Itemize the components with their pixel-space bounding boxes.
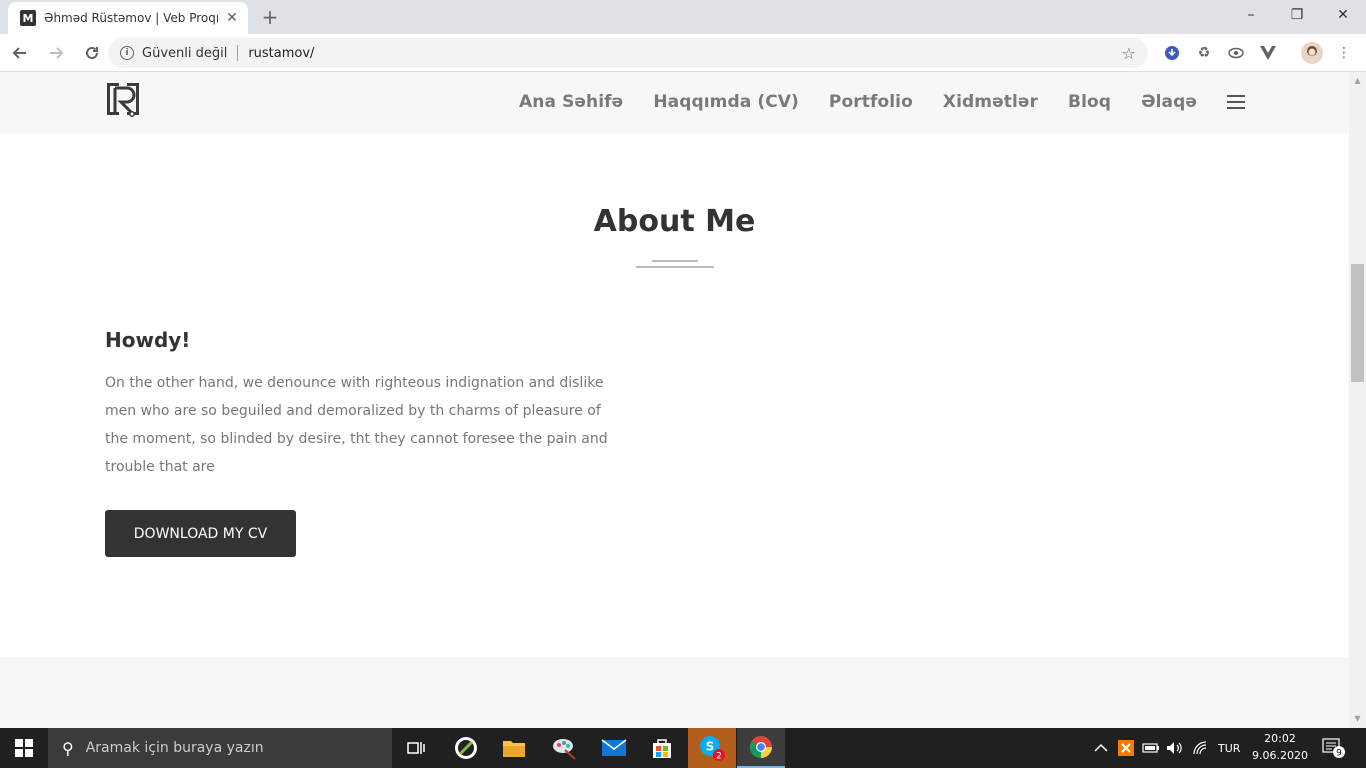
skype-badge-count: 2: [716, 752, 722, 762]
clock-time: 20:02: [1264, 732, 1296, 745]
action-center-button[interactable]: 9: [1322, 728, 1346, 768]
nav-about-cv[interactable]: Haqqımda (CV): [653, 92, 799, 112]
url-text[interactable]: rustamov/: [248, 46, 1121, 61]
browser-menu-icon[interactable]: ⋮: [1332, 41, 1356, 65]
taskbar-app-store[interactable]: [638, 728, 686, 768]
scroll-thumb[interactable]: [1351, 264, 1364, 382]
nav-blog[interactable]: Bloq: [1068, 92, 1111, 112]
hamburger-menu-icon[interactable]: [1227, 95, 1245, 109]
site-favicon-icon: M: [20, 10, 36, 26]
taskbar-app-paint[interactable]: [540, 728, 588, 768]
taskbar-app-xbox[interactable]: [442, 728, 490, 768]
taskbar-search[interactable]: ⚲ Aramak için buraya yazın: [48, 728, 392, 768]
eye-extension-icon[interactable]: [1224, 41, 1248, 65]
svg-text:S: S: [706, 740, 715, 754]
vue-extension-icon[interactable]: [1256, 41, 1280, 65]
title-divider-short: [652, 260, 698, 262]
minimize-button[interactable]: –: [1228, 0, 1274, 30]
site-navbar: Ana Səhifə Haqqımda (CV) Portfolio Xidmə…: [0, 72, 1349, 132]
volume-icon[interactable]: [1166, 728, 1184, 768]
paint-palette-icon: [553, 739, 576, 760]
tab-strip: M Əhməd Rüstəmov | Veb Proqram ✕ + – ❐ ✕: [0, 0, 1366, 34]
xampp-icon: [1118, 740, 1134, 756]
nav-contact[interactable]: Əlaqə: [1141, 92, 1197, 112]
task-view-icon: [407, 742, 425, 754]
skype-icon: S2: [700, 736, 725, 762]
notification-count: 9: [1336, 749, 1342, 759]
scroll-up-icon[interactable]: ▲: [1353, 76, 1362, 85]
network-icon[interactable]: [1192, 728, 1208, 768]
greeting-heading: Howdy!: [105, 328, 191, 352]
notification-icon: 9: [1322, 738, 1345, 759]
forward-arrow-icon: [50, 46, 64, 59]
chrome-icon: [750, 736, 772, 758]
info-icon[interactable]: i: [120, 46, 134, 60]
next-section: [0, 657, 1349, 728]
reload-icon: [86, 46, 98, 59]
bookmark-star-icon[interactable]: ☆: [1122, 44, 1136, 63]
forward-button[interactable]: [40, 37, 72, 69]
chevron-up-icon: [1094, 743, 1108, 752]
search-icon: ⚲: [62, 738, 74, 758]
windows-logo-icon: [15, 739, 33, 757]
download-extension-icon[interactable]: [1160, 41, 1184, 65]
address-bar[interactable]: i Güvenli değil rustamov/ ☆: [108, 38, 1148, 68]
nav-portfolio[interactable]: Portfolio: [829, 92, 913, 112]
search-placeholder: Aramak için buraya yazın: [85, 740, 264, 756]
main-menu: Ana Səhifə Haqqımda (CV) Portfolio Xidmə…: [489, 72, 1245, 132]
close-window-button[interactable]: ✕: [1320, 0, 1366, 30]
store-icon: [653, 739, 671, 758]
page-scrollbar[interactable]: ▲ ▼: [1349, 72, 1366, 728]
xbox-icon: [455, 737, 477, 759]
browser-toolbar: i Güvenli değil rustamov/ ☆ ♻ ⋮: [0, 34, 1366, 72]
new-tab-button[interactable]: +: [258, 6, 282, 30]
back-arrow-icon: [12, 46, 26, 59]
folder-icon: [503, 741, 525, 757]
back-button[interactable]: [4, 37, 36, 69]
start-button[interactable]: [0, 728, 48, 768]
tab-title: Əhməd Rüstəmov | Veb Proqram: [44, 11, 218, 25]
taskbar-app-mail[interactable]: [590, 728, 638, 768]
nav-home[interactable]: Ana Səhifə: [519, 92, 623, 112]
omnibox-divider: [237, 45, 239, 61]
title-divider-long: [636, 266, 714, 268]
reload-button[interactable]: [76, 37, 108, 69]
about-paragraph: On the other hand, we denounce with righ…: [105, 375, 608, 475]
browser-tab[interactable]: M Əhməd Rüstəmov | Veb Proqram ✕: [8, 2, 248, 34]
language-indicator[interactable]: TUR: [1218, 728, 1240, 768]
profile-avatar[interactable]: [1300, 41, 1324, 65]
download-cv-button[interactable]: DOWNLOAD MY CV: [105, 510, 296, 557]
site-logo-icon[interactable]: [104, 80, 142, 118]
taskbar-clock[interactable]: 20:02 9.06.2020: [1252, 730, 1308, 764]
taskbar-app-skype[interactable]: S2: [688, 728, 736, 768]
taskbar-app-file-explorer[interactable]: [490, 728, 538, 768]
windows-taskbar: ⚲ Aramak için buraya yazın S2 TUR 20:02: [0, 728, 1366, 768]
clock-date: 9.06.2020: [1252, 749, 1308, 762]
tray-app-icon[interactable]: [1118, 728, 1134, 768]
security-label: Güvenli değil: [142, 45, 228, 61]
mail-icon: [601, 739, 627, 756]
section-title: About Me: [593, 204, 756, 239]
show-hidden-icons[interactable]: [1094, 728, 1108, 768]
battery-icon[interactable]: [1142, 728, 1160, 768]
scroll-down-icon[interactable]: ▼: [1353, 714, 1362, 723]
recycle-extension-icon[interactable]: ♻: [1192, 41, 1216, 65]
task-view-button[interactable]: [392, 728, 440, 768]
restore-button[interactable]: ❐: [1274, 0, 1320, 30]
taskbar-app-chrome[interactable]: [737, 728, 785, 768]
page-viewport: Ana Səhifə Haqqımda (CV) Portfolio Xidmə…: [0, 72, 1366, 728]
close-tab-icon[interactable]: ✕: [224, 10, 240, 26]
nav-services[interactable]: Xidmətlər: [943, 92, 1038, 112]
